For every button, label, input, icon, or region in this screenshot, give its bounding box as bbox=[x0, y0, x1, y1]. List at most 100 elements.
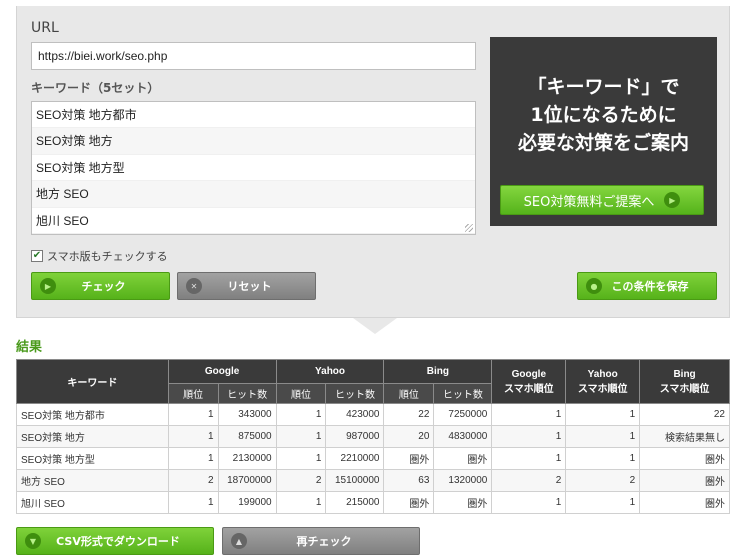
csv-download-label: CSV形式でダウンロード bbox=[56, 535, 180, 548]
col-bing-hits: ヒット数 bbox=[433, 383, 493, 404]
panel-pointer bbox=[353, 318, 397, 334]
csv-download-button[interactable]: ▼ CSV形式でダウンロード bbox=[16, 527, 214, 555]
value-cell: 987000 bbox=[325, 425, 385, 448]
col-bing: Bing bbox=[383, 359, 493, 384]
value-cell: 1 bbox=[491, 425, 567, 448]
value-cell: 2 bbox=[167, 469, 219, 492]
save-icon: ● bbox=[586, 278, 602, 294]
value-cell: 199000 bbox=[217, 491, 277, 514]
value-cell: 7250000 bbox=[433, 403, 493, 426]
download-icon: ▼ bbox=[25, 533, 41, 549]
col-bing-sp: Bing スマホ順位 bbox=[639, 359, 730, 404]
keyword-cell: SEO対策 地方都市 bbox=[16, 403, 169, 426]
promo-line: 必要な対策をご案内 bbox=[517, 132, 689, 154]
value-cell: 1 bbox=[275, 491, 327, 514]
value-cell: 圏外 bbox=[383, 491, 435, 514]
value-cell: 1 bbox=[491, 403, 567, 426]
value-cell: 圏外 bbox=[383, 447, 435, 470]
keyword-line: 地方 SEO bbox=[32, 181, 475, 208]
reset-button[interactable]: ✕ リセット bbox=[177, 272, 316, 300]
value-cell: 22 bbox=[639, 403, 730, 426]
value-cell: 2 bbox=[565, 469, 641, 492]
keyword-cell: SEO対策 地方 bbox=[16, 425, 169, 448]
col-yahoo-sp: Yahoo スマホ順位 bbox=[565, 359, 641, 404]
mobile-check-row[interactable]: ✔ スマホ版もチェックする bbox=[31, 248, 168, 264]
keyword-line: SEO対策 地方型 bbox=[32, 155, 475, 182]
value-cell: 2 bbox=[491, 469, 567, 492]
save-button-label: この条件を保存 bbox=[611, 280, 689, 293]
promo-banner: 「キーワード」で 1位になるために 必要な対策をご案内 SEO対策無料ご提案へ … bbox=[490, 37, 717, 226]
value-cell: 18700000 bbox=[217, 469, 277, 492]
table-row: SEO対策 地方型 1 2130000 1 2210000 圏外 圏外 1 1 圏外 bbox=[16, 447, 730, 470]
promo-line: 「キーワード」で bbox=[527, 76, 680, 98]
keyword-line: 旭川 SEO bbox=[32, 208, 475, 234]
keyword-cell: SEO対策 地方型 bbox=[16, 447, 169, 470]
value-cell: 1 bbox=[167, 403, 219, 426]
url-input[interactable]: https://biei.work/seo.php bbox=[31, 42, 476, 70]
col-bing-rank: 順位 bbox=[383, 383, 435, 404]
value-cell: 1 bbox=[565, 403, 641, 426]
value-cell: 1 bbox=[275, 447, 327, 470]
value-cell: 2210000 bbox=[325, 447, 385, 470]
resize-grip-icon[interactable] bbox=[465, 224, 473, 232]
value-cell: 1 bbox=[565, 425, 641, 448]
mobile-check-label: スマホ版もチェックする bbox=[47, 250, 168, 263]
save-condition-button[interactable]: ● この条件を保存 bbox=[577, 272, 717, 300]
col-google-rank: 順位 bbox=[167, 383, 219, 404]
value-cell: 圏外 bbox=[639, 469, 730, 492]
keyword-label: キーワード（5セット） bbox=[31, 81, 160, 95]
value-cell: 1 bbox=[275, 403, 327, 426]
value-cell: 圏外 bbox=[639, 491, 730, 514]
keyword-cell: 地方 SEO bbox=[16, 469, 169, 492]
value-cell: 423000 bbox=[325, 403, 385, 426]
close-icon: ✕ bbox=[186, 278, 202, 294]
reset-button-label: リセット bbox=[227, 280, 272, 293]
recheck-button[interactable]: ▲ 再チェック bbox=[222, 527, 420, 555]
url-label: URL bbox=[31, 20, 59, 36]
value-cell: 2130000 bbox=[217, 447, 277, 470]
col-google-hits: ヒット数 bbox=[217, 383, 277, 404]
table-row: SEO対策 地方都市 1 343000 1 423000 22 7250000 1 1 22 bbox=[16, 403, 730, 426]
refresh-icon: ▲ bbox=[231, 533, 247, 549]
value-cell: 15100000 bbox=[325, 469, 385, 492]
value-cell: 1 bbox=[167, 491, 219, 514]
value-cell: 63 bbox=[383, 469, 435, 492]
promo-text: 「キーワード」で 1位になるために 必要な対策をご案内 bbox=[490, 73, 717, 157]
promo-line: 1位になるために bbox=[530, 104, 677, 126]
value-cell: 1 bbox=[167, 425, 219, 448]
keyword-line: SEO対策 地方 bbox=[32, 128, 475, 155]
table-row: 旭川 SEO 1 199000 1 215000 圏外 圏外 1 1 圏外 bbox=[16, 491, 730, 514]
keyword-line: SEO対策 地方都市 bbox=[32, 102, 475, 129]
seo-proposal-label: SEO対策無料ご提案へ bbox=[523, 194, 655, 210]
check-button-label: チェック bbox=[81, 280, 126, 293]
value-cell: 1 bbox=[167, 447, 219, 470]
mobile-checkbox[interactable]: ✔ bbox=[31, 250, 43, 262]
value-cell: 圏外 bbox=[433, 491, 493, 514]
value-cell: 215000 bbox=[325, 491, 385, 514]
keyword-cell: 旭川 SEO bbox=[16, 491, 169, 514]
seo-proposal-button[interactable]: SEO対策無料ご提案へ ▶ bbox=[500, 185, 704, 215]
value-cell: 検索結果無し bbox=[639, 425, 730, 448]
search-form-panel: URL https://biei.work/seo.php キーワード（5セット… bbox=[16, 6, 730, 318]
col-yahoo: Yahoo bbox=[275, 359, 385, 384]
recheck-label: 再チェック bbox=[296, 535, 352, 548]
table-row: 地方 SEO 2 18700000 2 15100000 63 1320000 2 2 圏外 bbox=[16, 469, 730, 492]
value-cell: 圏外 bbox=[639, 447, 730, 470]
arrow-right-icon: ▶ bbox=[664, 192, 681, 208]
value-cell: 1 bbox=[565, 491, 641, 514]
value-cell: 343000 bbox=[217, 403, 277, 426]
col-yahoo-hits: ヒット数 bbox=[325, 383, 385, 404]
results-title: 結果 bbox=[16, 340, 43, 355]
col-google-sp: Google スマホ順位 bbox=[491, 359, 567, 404]
table-row: SEO対策 地方 1 875000 1 987000 20 4830000 1 1 検索結果無し bbox=[16, 425, 730, 448]
value-cell: 1320000 bbox=[433, 469, 493, 492]
col-yahoo-rank: 順位 bbox=[275, 383, 327, 404]
col-keyword: キーワード bbox=[16, 359, 169, 404]
value-cell: 875000 bbox=[217, 425, 277, 448]
value-cell: 1 bbox=[491, 447, 567, 470]
value-cell: 20 bbox=[383, 425, 435, 448]
check-button[interactable]: ▶ チェック bbox=[31, 272, 170, 300]
value-cell: 4830000 bbox=[433, 425, 493, 448]
keywords-textarea[interactable]: SEO対策 地方都市 SEO対策 地方 SEO対策 地方型 地方 SEO 旭川 … bbox=[31, 101, 476, 235]
value-cell: 1 bbox=[491, 491, 567, 514]
